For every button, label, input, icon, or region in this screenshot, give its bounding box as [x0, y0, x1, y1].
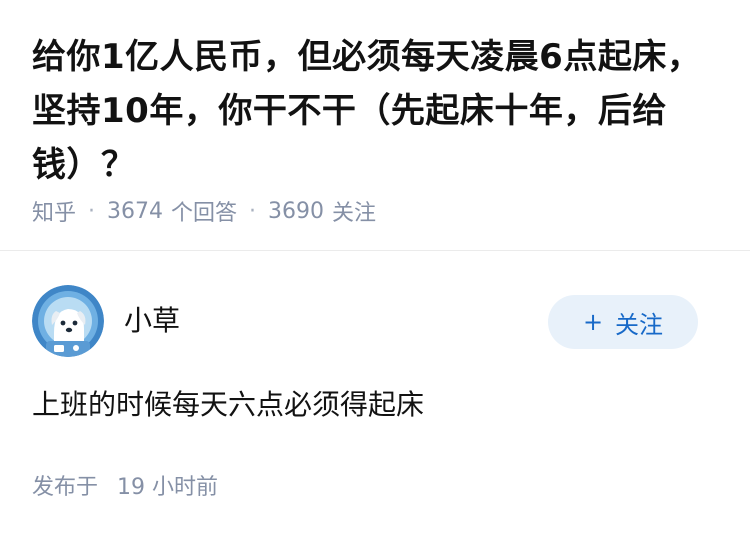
meta-separator: · — [88, 198, 96, 224]
answer-content[interactable]: 上班的时候每天六点必须得起床 — [32, 385, 424, 425]
answer-count-label: 个回答 — [171, 201, 238, 226]
answer-card: 小草 + 关注 上班的时候每天六点必须得起床 发布于 19 小时前 — [0, 251, 750, 534]
dog-astronaut-avatar-icon — [32, 285, 104, 357]
answer-count: 3674 — [107, 198, 164, 224]
question-meta: 知乎 · 3674 个回答 · 3690 关注 — [32, 195, 377, 227]
follow-button-label: 关注 — [615, 310, 664, 339]
published-label: 发布于 — [32, 475, 99, 500]
follow-button[interactable]: + 关注 — [548, 295, 698, 349]
answer-timestamp: 发布于 19 小时前 — [32, 469, 218, 501]
source-label[interactable]: 知乎 — [32, 195, 76, 227]
question-title[interactable]: 给你1亿人民币，但必须每天凌晨6点起床，坚持10年，你干不干（先起床十年，后给钱… — [32, 30, 722, 192]
meta-separator: · — [249, 198, 257, 224]
question-header: 给你1亿人民币，但必须每天凌晨6点起床，坚持10年，你干不干（先起床十年，后给钱… — [0, 0, 750, 250]
follower-count-label: 关注 — [332, 201, 377, 226]
follower-count: 3690 — [268, 198, 325, 224]
plus-icon: + — [582, 308, 604, 336]
avatar[interactable] — [32, 285, 104, 357]
author-name[interactable]: 小草 — [124, 299, 180, 339]
published-time: 19 小时前 — [117, 475, 219, 500]
